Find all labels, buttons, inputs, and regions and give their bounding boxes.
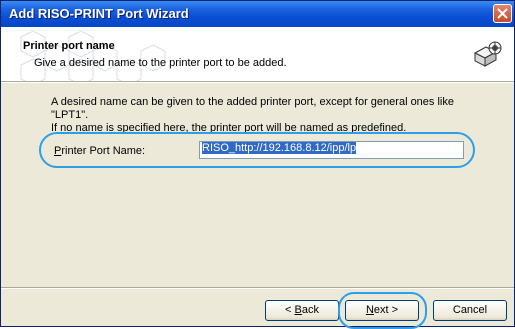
- next-button[interactable]: Next >: [345, 300, 419, 321]
- port-name-input[interactable]: RISO_http://192.168.8.12/ipp/lp: [199, 141, 464, 159]
- port-name-field-group: Printer Port Name: RISO_http://192.168.8…: [39, 132, 475, 168]
- back-button-label: ack: [301, 304, 319, 316]
- back-button-accesskey: B: [294, 304, 302, 316]
- window-title: Add RISO-PRINT Port Wizard: [9, 6, 189, 21]
- title-bar[interactable]: Add RISO-PRINT Port Wizard: [1, 1, 514, 27]
- header-subtitle: Give a desired name to the printer port …: [34, 57, 287, 69]
- port-name-label: Printer Port Name:: [54, 145, 145, 157]
- hexagon-pattern-icon: [20, 30, 166, 81]
- header-title: Printer port name: [23, 40, 115, 52]
- printer-wizard-icon: [473, 41, 502, 67]
- close-button[interactable]: [493, 4, 512, 23]
- description: A desired name can be given to the added…: [51, 96, 481, 135]
- back-button-prefix: <: [285, 304, 295, 316]
- wizard-header: Printer port name Give a desired name to…: [1, 27, 514, 81]
- header-separator: [1, 81, 514, 83]
- description-line-1: A desired name can be given to the added…: [51, 96, 454, 121]
- back-button[interactable]: < Back: [265, 300, 339, 321]
- next-button-accesskey: N: [365, 304, 374, 316]
- button-separator: [1, 287, 514, 289]
- close-icon: [497, 8, 508, 19]
- port-name-label-text: rinter Port Name:: [61, 145, 146, 157]
- port-name-value: RISO_http://192.168.8.12/ipp/lp: [202, 142, 357, 154]
- cancel-button[interactable]: Cancel: [433, 300, 507, 321]
- wizard-window: Add RISO-PRINT Port Wizard Printer port …: [0, 0, 515, 329]
- next-button-label: ext >: [373, 304, 399, 316]
